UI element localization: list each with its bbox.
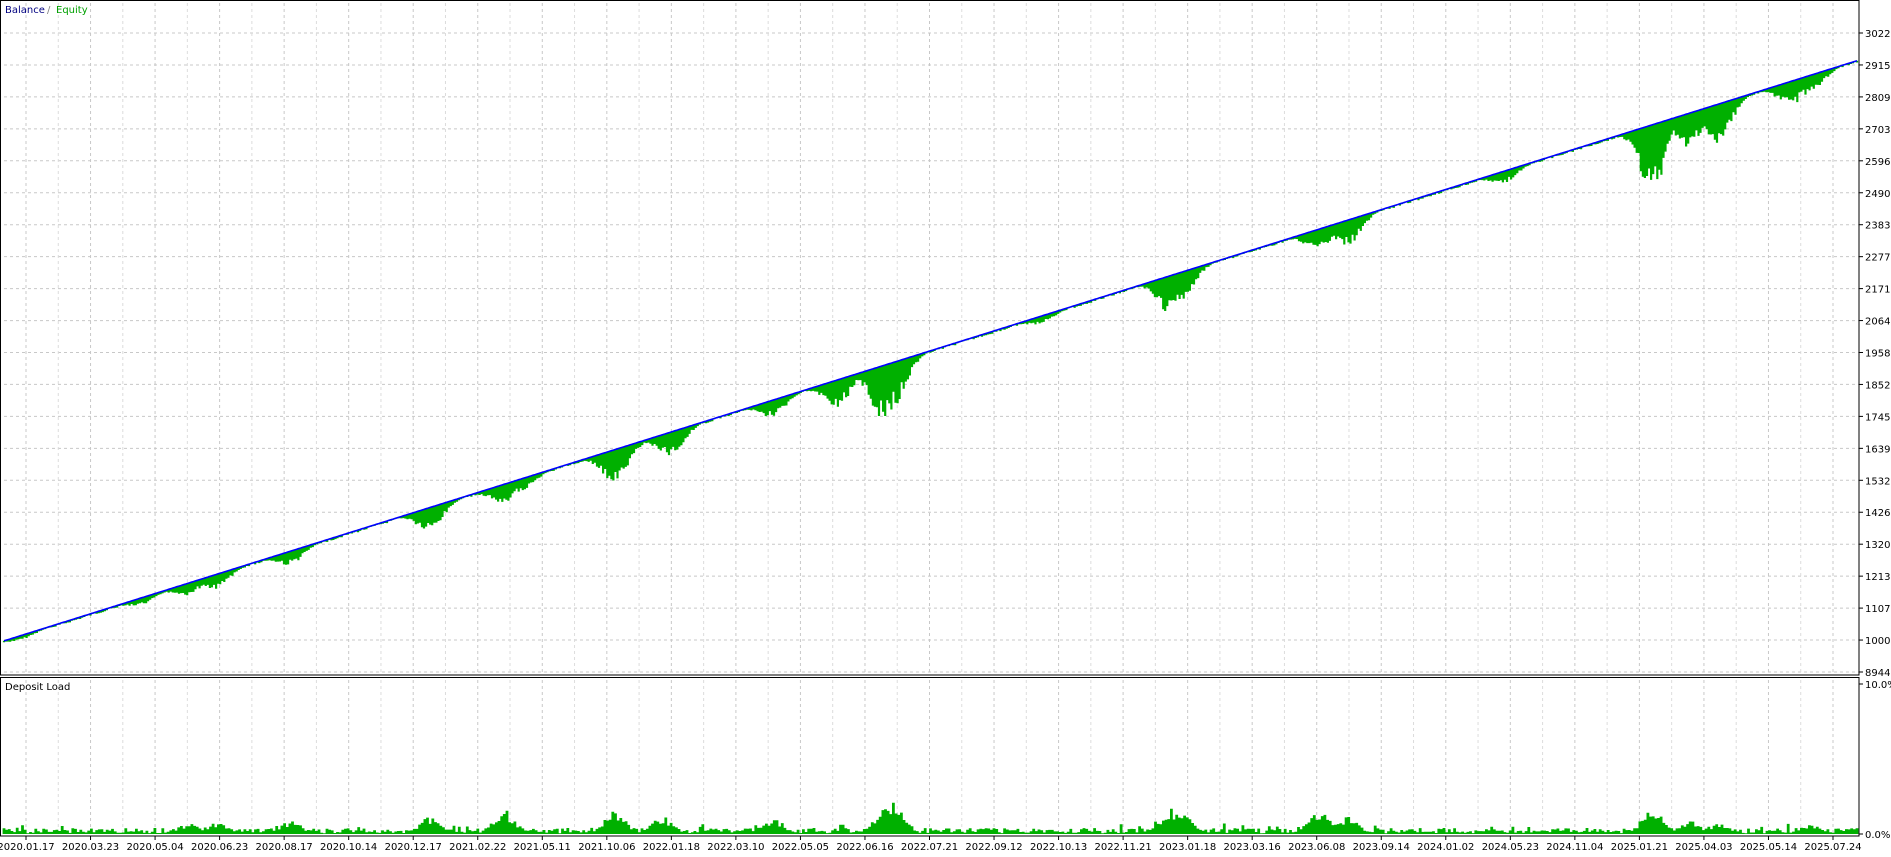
- y-tick-label: 12136: [1865, 572, 1891, 583]
- x-tick-label: 2022.07.21: [901, 842, 958, 853]
- x-tick-label: 2020.08.17: [256, 842, 313, 853]
- x-tick-label: 2020.03.23: [62, 842, 119, 853]
- tester-graph: 30223 29159 28095 27031 25967 24903 23839 22775…: [0, 0, 1891, 853]
- legend-equity: Equity: [56, 5, 88, 16]
- x-tick-label: 2020.12.17: [385, 842, 442, 853]
- y-tick-label: 30223: [1865, 29, 1891, 40]
- x-tick-label: 2022.11.21: [1094, 842, 1151, 853]
- x-tick-label: 2022.05.05: [772, 842, 829, 853]
- y-tick-label: 29159: [1865, 61, 1891, 72]
- y-tick-label: 11072: [1865, 604, 1891, 615]
- y-tick-label: 10008: [1865, 636, 1891, 647]
- x-tick-label: 2020.05.04: [126, 842, 183, 853]
- y-tick-label-sub: 10.0%: [1865, 680, 1891, 691]
- x-tick-label: 2020.10.14: [320, 842, 377, 853]
- x-tick-label: 2025.05.14: [1740, 842, 1797, 853]
- x-tick-label: 2024.11.04: [1546, 842, 1603, 853]
- y-tick-label: 27031: [1865, 125, 1891, 136]
- x-tick-label: 2023.09.14: [1353, 842, 1410, 853]
- y-tick-label: 25967: [1865, 157, 1891, 168]
- y-tick-label: 17456: [1865, 412, 1891, 423]
- y-tick-label: 21711: [1865, 285, 1891, 296]
- y-tick-label-sub: 0.0%: [1865, 830, 1890, 841]
- legend-deposit-load: Deposit Load: [5, 682, 70, 693]
- legend-balance: Balance: [5, 5, 45, 16]
- y-tick-label: 8944: [1865, 668, 1890, 679]
- x-tick-label: 2025.04.03: [1675, 842, 1732, 853]
- y-tick-label: 23839: [1865, 221, 1891, 232]
- x-tick-label: 2020.01.17: [0, 842, 55, 853]
- x-tick-label: 2025.07.24: [1804, 842, 1861, 853]
- x-tick-label: 2022.06.16: [836, 842, 893, 853]
- x-tick-label: 2022.10.13: [1030, 842, 1087, 853]
- x-tick-label: 2025.01.21: [1611, 842, 1668, 853]
- x-tick-label: 2024.01.02: [1417, 842, 1474, 853]
- x-tick-label: 2022.01.18: [643, 842, 700, 853]
- y-tick-label: 19583: [1865, 349, 1891, 360]
- x-tick-label: 2021.10.06: [578, 842, 635, 853]
- x-tick-label: 2024.05.23: [1482, 842, 1539, 853]
- y-tick-label: 13200: [1865, 540, 1891, 551]
- x-tick-label: 2023.01.18: [1159, 842, 1216, 853]
- x-tick-label: 2023.03.16: [1224, 842, 1281, 853]
- x-tick-label: 2021.02.22: [449, 842, 506, 853]
- y-tick-label: 22775: [1865, 253, 1891, 264]
- y-tick-label: 15328: [1865, 476, 1891, 487]
- y-tick-label: 18520: [1865, 380, 1891, 391]
- y-tick-label: 20647: [1865, 317, 1891, 328]
- chart-canvas: 30223 29159 28095 27031 25967 24903 23839 22775…: [0, 0, 1891, 853]
- y-tick-label: 24903: [1865, 189, 1891, 200]
- x-tick-label: 2021.05.11: [514, 842, 571, 853]
- background: [0, 0, 1891, 853]
- y-tick-label: 14264: [1865, 508, 1891, 519]
- x-tick-label: 2022.09.12: [965, 842, 1022, 853]
- x-tick-label: 2022.03.10: [707, 842, 764, 853]
- x-tick-label: 2020.06.23: [191, 842, 248, 853]
- y-tick-label: 16392: [1865, 444, 1891, 455]
- y-tick-label: 28095: [1865, 93, 1891, 104]
- x-tick-label: 2023.06.08: [1288, 842, 1345, 853]
